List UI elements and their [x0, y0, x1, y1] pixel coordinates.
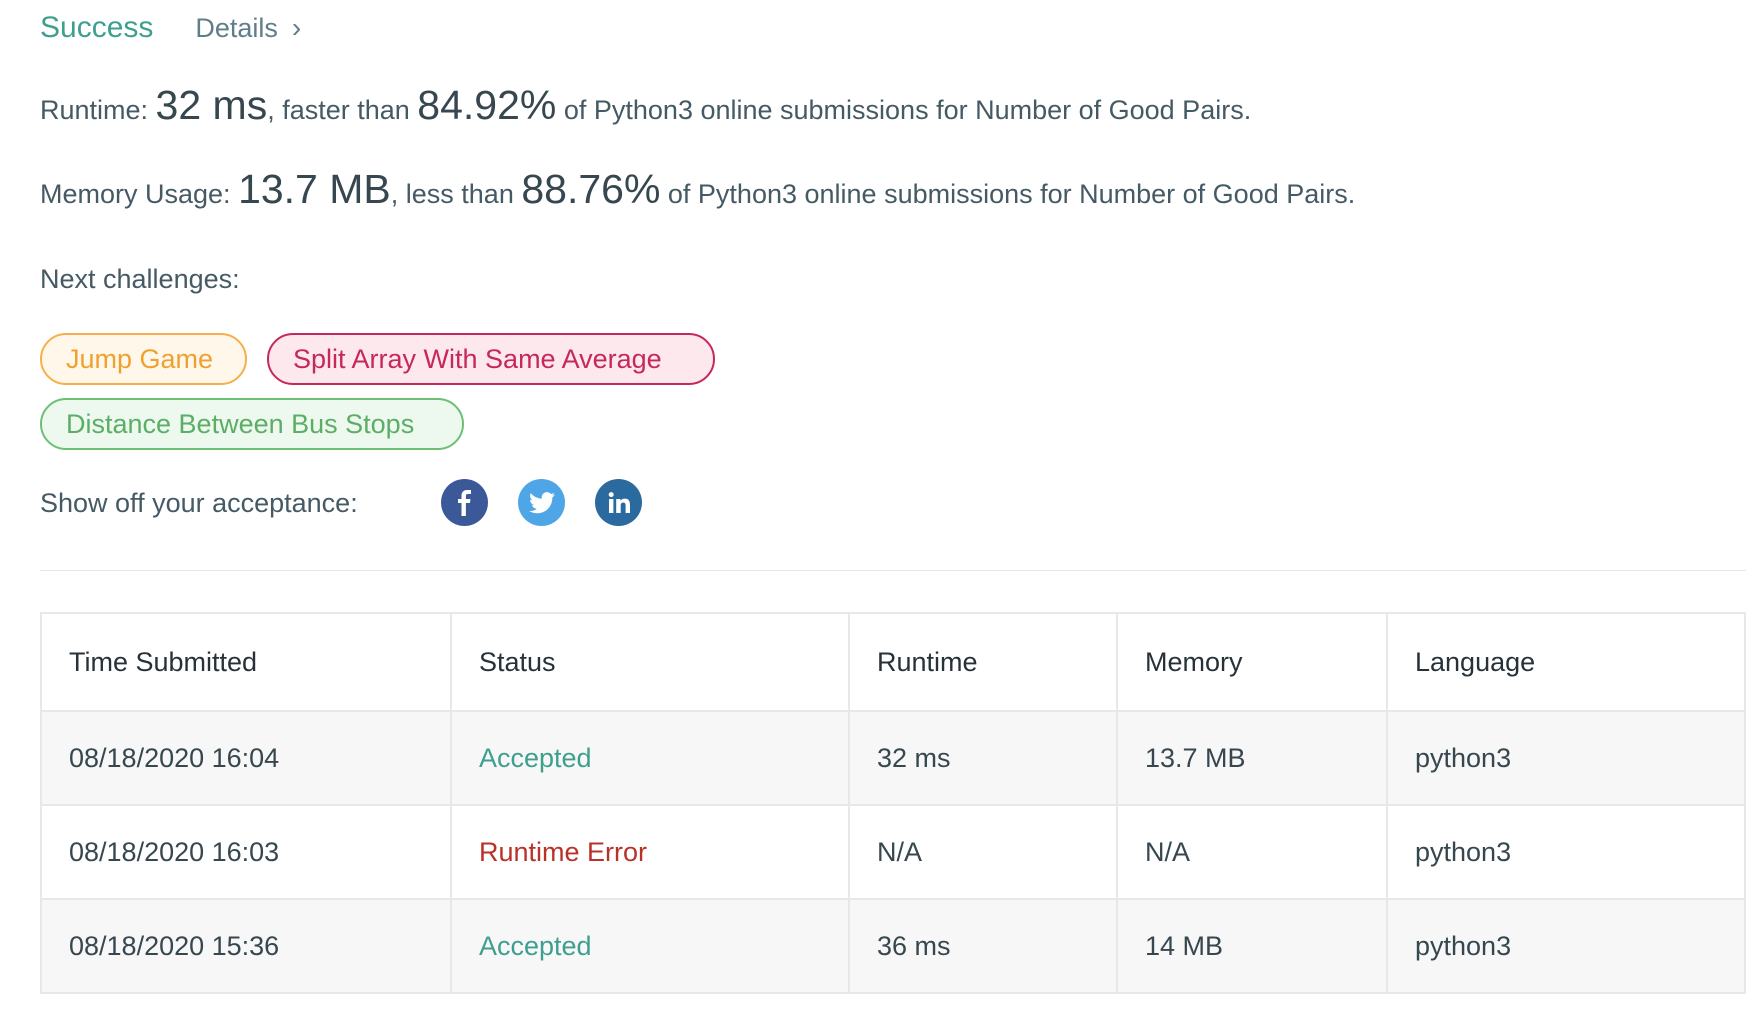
- cell-status[interactable]: Accepted: [450, 710, 850, 806]
- details-link[interactable]: Details ›: [195, 12, 301, 44]
- challenge-pill-split-array[interactable]: Split Array With Same Average: [267, 333, 715, 385]
- cell-runtime: 36 ms: [848, 898, 1118, 994]
- runtime-value: 32 ms: [155, 82, 268, 128]
- cell-language: python3: [1386, 804, 1746, 900]
- cell-language: python3: [1386, 710, 1746, 806]
- cell-time: 08/18/2020 16:03: [40, 804, 452, 900]
- challenge-pill-jump-game[interactable]: Jump Game: [40, 333, 247, 385]
- chevron-right-icon: ›: [291, 12, 302, 43]
- runtime-percent: 84.92%: [417, 82, 557, 128]
- cell-memory: N/A: [1116, 804, 1388, 900]
- cell-memory: 13.7 MB: [1116, 710, 1388, 806]
- runtime-stat: Runtime: 32 ms, faster than 84.92% of Py…: [40, 82, 1251, 129]
- cell-runtime: 32 ms: [848, 710, 1118, 806]
- status-link[interactable]: Runtime Error: [479, 837, 647, 867]
- column-header-time: Time Submitted: [40, 612, 452, 712]
- memory-percent: 88.76%: [521, 166, 661, 212]
- cell-runtime: N/A: [848, 804, 1118, 900]
- details-label: Details: [195, 12, 278, 43]
- submission-result-panel: Success Details › Runtime: 32 ms, faster…: [0, 0, 1762, 1012]
- column-header-memory: Memory: [1116, 612, 1388, 712]
- memory-tail: of Python3 online submissions for Number…: [660, 179, 1356, 209]
- column-header-runtime: Runtime: [848, 612, 1118, 712]
- column-header-status: Status: [450, 612, 850, 712]
- memory-label: Memory Usage:: [40, 179, 239, 209]
- cell-language: python3: [1386, 898, 1746, 994]
- linkedin-icon[interactable]: [595, 479, 642, 526]
- memory-stat: Memory Usage: 13.7 MB, less than 88.76% …: [40, 166, 1355, 213]
- table-row: 08/18/2020 16:04 Accepted 32 ms 13.7 MB …: [40, 710, 1746, 806]
- table-header-row: Time Submitted Status Runtime Memory Lan…: [40, 612, 1746, 712]
- cell-time: 08/18/2020 15:36: [40, 898, 452, 994]
- cell-status[interactable]: Accepted: [450, 898, 850, 994]
- column-header-language: Language: [1386, 612, 1746, 712]
- facebook-icon[interactable]: [441, 479, 488, 526]
- table-row: 08/18/2020 16:03 Runtime Error N/A N/A p…: [40, 804, 1746, 900]
- runtime-tail: of Python3 online submissions for Number…: [556, 95, 1252, 125]
- twitter-icon[interactable]: [518, 479, 565, 526]
- submissions-table: Time Submitted Status Runtime Memory Lan…: [40, 612, 1746, 994]
- cell-memory: 14 MB: [1116, 898, 1388, 994]
- status-link[interactable]: Accepted: [479, 931, 592, 961]
- result-status: Success: [40, 11, 154, 44]
- section-divider: [40, 570, 1746, 571]
- memory-mid: , less than: [390, 179, 522, 209]
- cell-time: 08/18/2020 16:04: [40, 710, 452, 806]
- table-row: 08/18/2020 15:36 Accepted 36 ms 14 MB py…: [40, 898, 1746, 994]
- runtime-label: Runtime:: [40, 95, 156, 125]
- result-header: Success Details ›: [40, 8, 301, 48]
- runtime-mid: , faster than: [267, 95, 418, 125]
- challenge-pill-bus-stops[interactable]: Distance Between Bus Stops: [40, 398, 464, 450]
- status-link[interactable]: Accepted: [479, 743, 592, 773]
- cell-status[interactable]: Runtime Error: [450, 804, 850, 900]
- memory-value: 13.7 MB: [238, 166, 391, 212]
- next-challenges-label: Next challenges:: [40, 264, 240, 294]
- share-label: Show off your acceptance:: [40, 488, 358, 518]
